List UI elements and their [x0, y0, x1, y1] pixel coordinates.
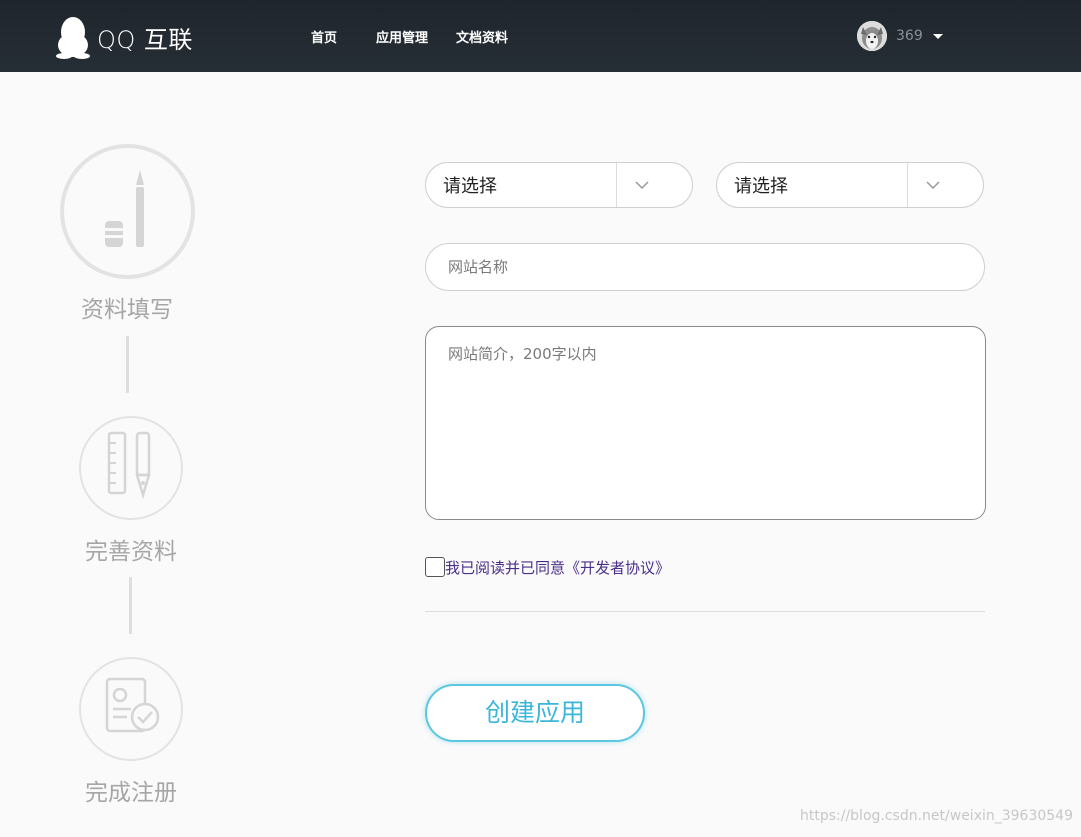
- penguin-icon: [55, 15, 91, 59]
- top-navigation-bar: QQ 互联 首页 应用管理 文档资料 369: [0, 0, 1081, 72]
- pencil-eraser-icon: [93, 165, 163, 259]
- step-2-label: 完善资料: [85, 539, 177, 565]
- watermark: https://blog.csdn.net/weixin_39630549: [799, 808, 1073, 824]
- id-card-check-icon: [99, 675, 163, 743]
- qq-connect-logo[interactable]: QQ 互联: [55, 15, 193, 59]
- caret-down-icon[interactable]: [932, 33, 943, 39]
- step-1-circle: [60, 144, 195, 279]
- select-1-value: 请选择: [443, 176, 497, 197]
- ruler-pen-icon: [101, 431, 161, 505]
- avatar[interactable]: [857, 21, 887, 51]
- step-3-label: 完成注册: [85, 780, 177, 806]
- select-2-value: 请选择: [734, 176, 788, 197]
- agreement-row[interactable]: 我已阅读并已同意《开发者协议》: [425, 556, 670, 578]
- site-description-textarea[interactable]: [425, 326, 986, 520]
- user-menu[interactable]: 369: [857, 21, 943, 51]
- nav-home[interactable]: 首页: [311, 27, 337, 46]
- category-select-2[interactable]: 请选择: [716, 162, 984, 208]
- chevron-down-icon[interactable]: [617, 180, 692, 190]
- logo-text: QQ 互联: [97, 25, 193, 54]
- step-1-label: 资料填写: [81, 297, 173, 323]
- agreement-checkbox[interactable]: [425, 557, 445, 577]
- create-app-button[interactable]: 创建应用: [425, 684, 645, 742]
- step-3-circle: [79, 657, 183, 761]
- username[interactable]: 369: [896, 28, 923, 44]
- step-2-circle: [79, 416, 183, 520]
- chevron-down-icon[interactable]: [908, 180, 983, 190]
- step-connector: [129, 577, 132, 634]
- agreement-label[interactable]: 我已阅读并已同意《开发者协议》: [445, 557, 670, 578]
- step-connector: [126, 336, 129, 393]
- nav-app-management[interactable]: 应用管理: [376, 27, 428, 46]
- form-divider: [425, 611, 985, 612]
- site-name-input[interactable]: [425, 243, 985, 291]
- nav-documentation[interactable]: 文档资料: [456, 27, 508, 46]
- category-select-1[interactable]: 请选择: [425, 162, 693, 208]
